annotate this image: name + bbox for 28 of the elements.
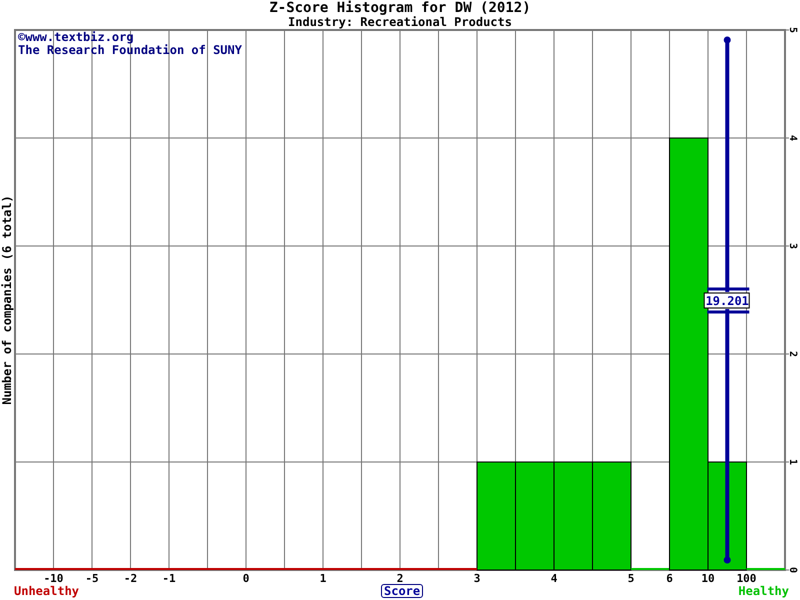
y-tick-label: 1 — [787, 458, 798, 466]
marker-value-label: 19.201 — [706, 294, 749, 308]
y-axis-label: Number of companies (6 total) — [0, 195, 14, 405]
y-tick-label: 0 — [787, 566, 798, 574]
x-tick-label: 4 — [550, 572, 558, 585]
x-tick-label: 100 — [736, 572, 756, 585]
x-tick-label: 0 — [242, 572, 250, 585]
x-tick-label: 5 — [628, 572, 634, 585]
x-tick-label: 10 — [701, 572, 715, 585]
x-axis-label: Score — [381, 584, 424, 598]
x-tick-label: -2 — [124, 572, 138, 585]
x-tick-label: -1 — [162, 572, 176, 585]
chart-subtitle: Industry: Recreational Products — [288, 15, 512, 29]
x-tick-label: -10 — [44, 572, 64, 585]
x-tick-label: 6 — [666, 572, 673, 585]
x-tick-label: 2 — [396, 572, 404, 585]
credit-text: The Research Foundation of SUNY — [18, 43, 242, 57]
x-tick-label: 1 — [320, 572, 326, 585]
unhealthy-label: Unhealthy — [14, 584, 80, 598]
x-tick-label: 3 — [474, 572, 480, 585]
healthy-label: Healthy — [738, 584, 789, 598]
x-tick-label: -5 — [85, 572, 99, 585]
y-tick-label: 4 — [787, 134, 798, 142]
y-tick-label: 3 — [787, 242, 798, 250]
y-tick-label: 5 — [787, 26, 798, 34]
credit-text: ©www.textbiz.org — [18, 30, 134, 44]
chart-title: Z-Score Histogram for DW (2012) — [269, 0, 531, 16]
y-tick-label: 2 — [787, 350, 798, 358]
